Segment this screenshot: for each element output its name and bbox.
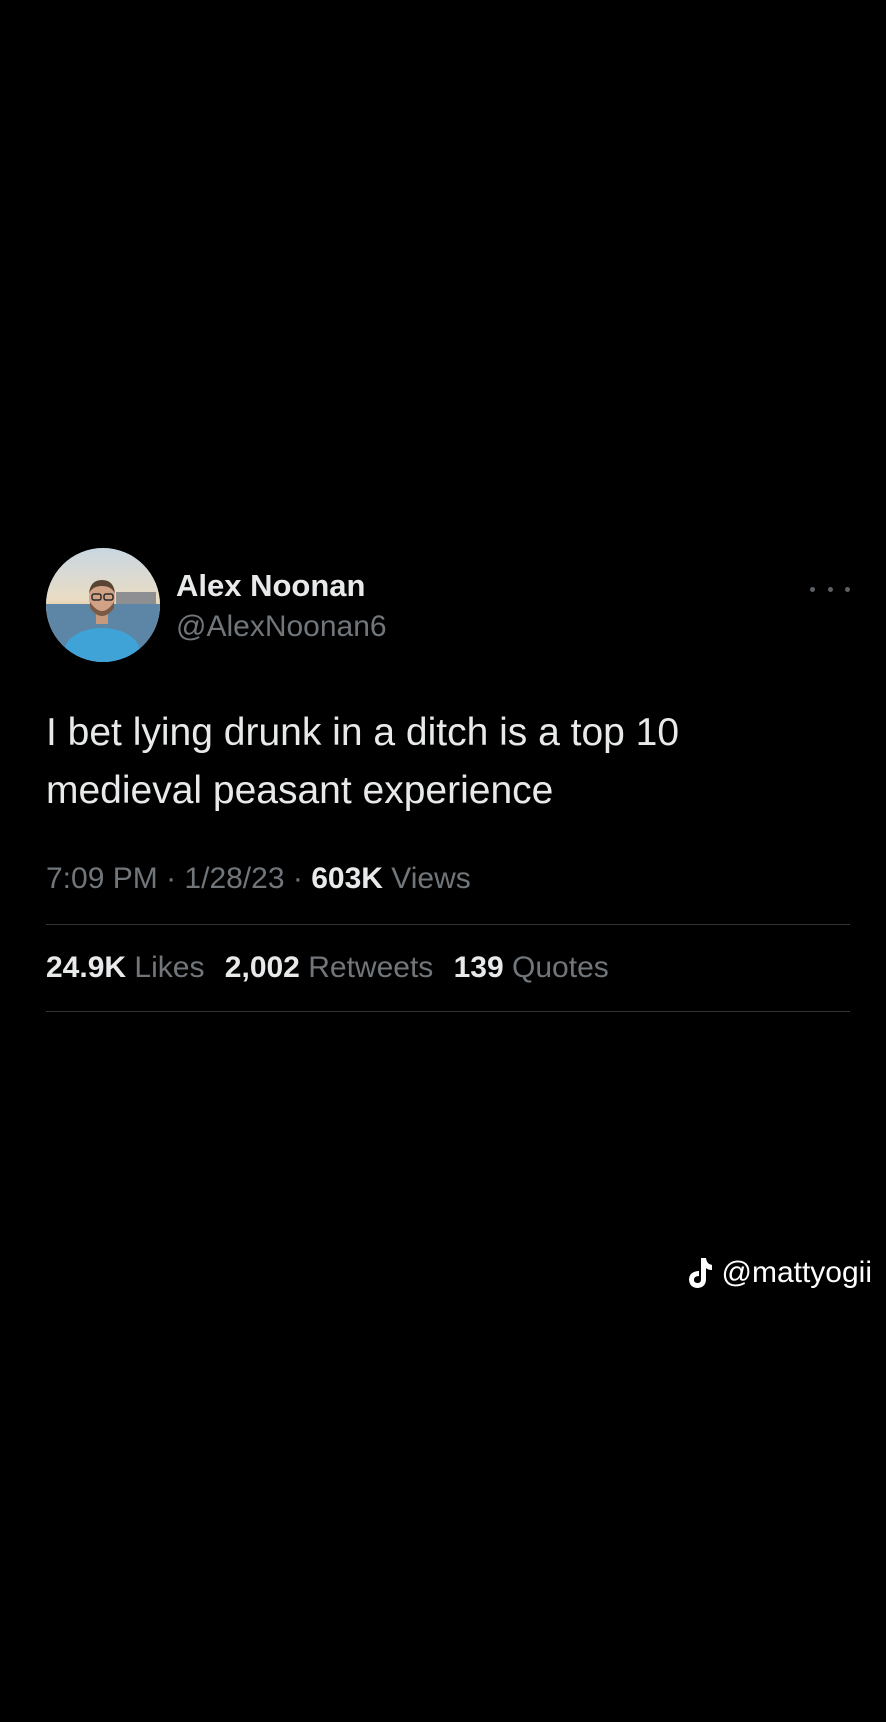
quotes-count: 139	[453, 951, 504, 984]
retweets-count: 2,002	[224, 951, 300, 984]
likes-stat[interactable]: 24.9K Likes	[46, 951, 213, 984]
retweets-label: Retweets	[308, 951, 434, 984]
avatar-photo	[46, 548, 160, 662]
quotes-label: Quotes	[512, 951, 609, 984]
avatar[interactable]	[46, 548, 160, 662]
tweet-time[interactable]: 7:09 PM	[46, 862, 158, 895]
dot	[845, 586, 850, 592]
views-label: Views	[391, 862, 471, 895]
more-options-icon[interactable]	[810, 582, 850, 596]
tweet-date[interactable]: 1/28/23	[184, 862, 284, 895]
tiktok-watermark: @mattyogii	[684, 1256, 873, 1290]
likes-label: Likes	[134, 951, 205, 984]
dot	[827, 586, 833, 592]
tweet-meta: 7:09 PM · 1/28/23 · 603K Views	[46, 862, 850, 925]
tweet-stats: 24.9K Likes 2,002 Retweets 139 Quotes	[46, 925, 850, 1012]
meta-separator: ·	[166, 862, 177, 895]
author-name[interactable]: Alex Noonan	[176, 568, 365, 604]
tweet-card: Alex Noonan @AlexNoonan6 I bet lying dru…	[46, 548, 850, 1012]
watermark-handle: @mattyogii	[721, 1256, 873, 1289]
dot	[810, 586, 815, 592]
meta-separator: ·	[292, 862, 303, 895]
likes-count: 24.9K	[46, 951, 127, 984]
author-handle[interactable]: @AlexNoonan6	[176, 610, 387, 644]
tweet-header: Alex Noonan @AlexNoonan6	[46, 548, 850, 664]
views-count: 603K	[311, 862, 383, 895]
tweet-text: I bet lying drunk in a ditch is a top 10…	[46, 711, 680, 812]
retweets-stat[interactable]: 2,002 Retweets	[225, 951, 442, 984]
quotes-stat[interactable]: 139 Quotes	[454, 951, 609, 984]
tiktok-icon	[688, 1258, 712, 1288]
